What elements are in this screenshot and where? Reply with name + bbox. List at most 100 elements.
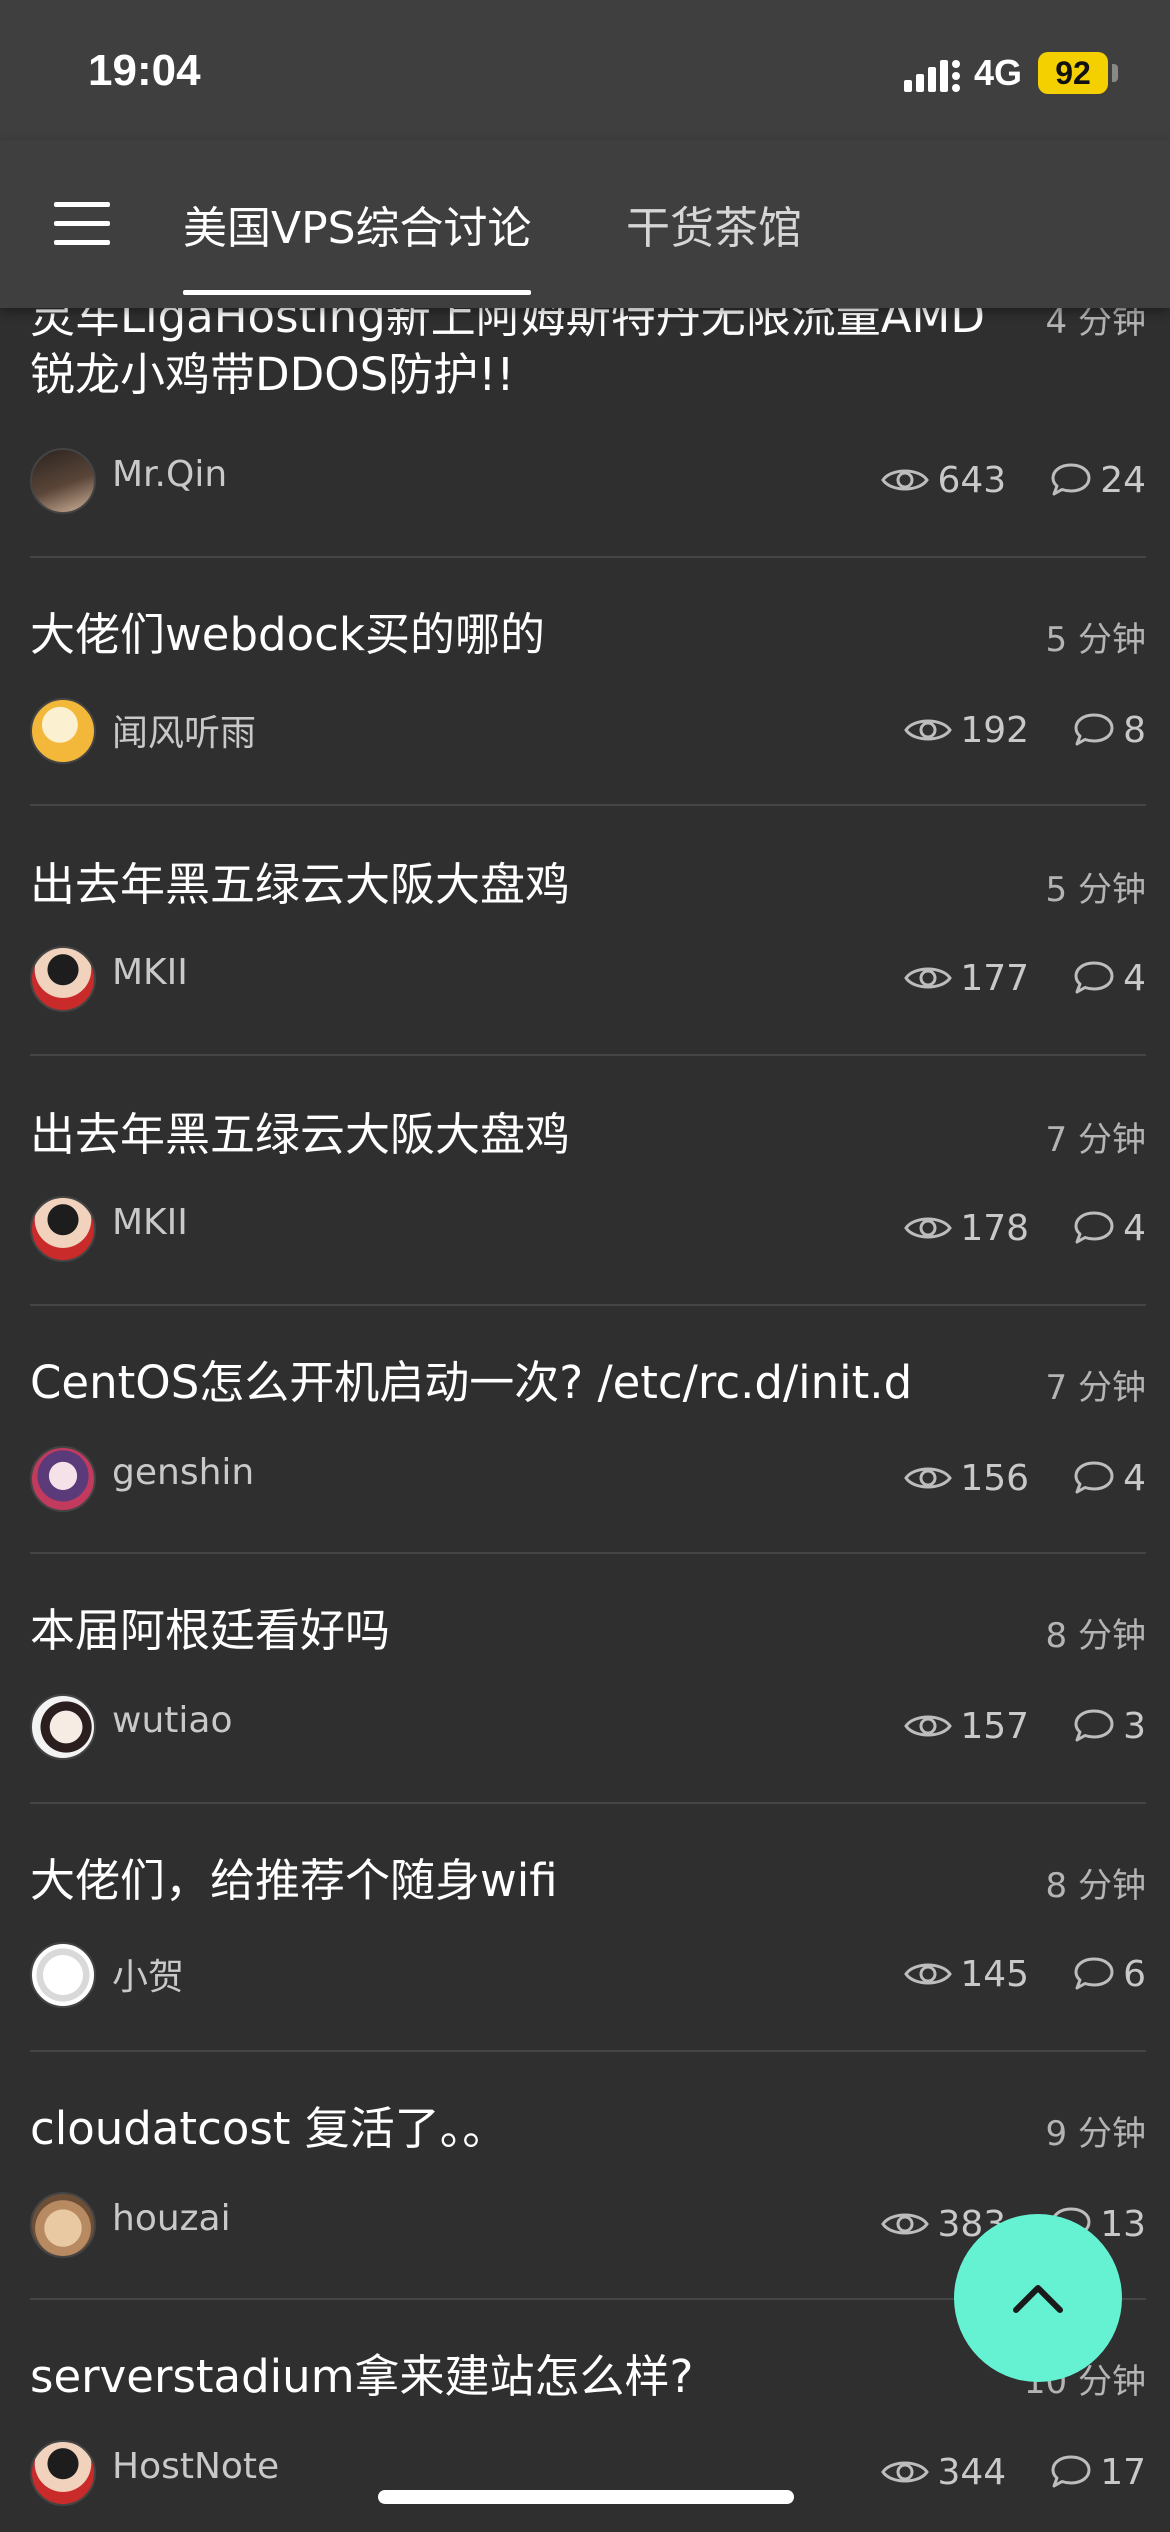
views-value: 344	[937, 2451, 1007, 2493]
avatar[interactable]	[30, 448, 96, 514]
topic-meta: MKII 178 4	[30, 1196, 1146, 1262]
divider	[30, 556, 1146, 558]
avatar[interactable]	[30, 1196, 96, 1262]
speech-bubble-icon	[1074, 1957, 1114, 1990]
hamburger-icon[interactable]	[54, 202, 110, 246]
views-count: 344	[881, 2452, 1006, 2493]
author-name[interactable]: HostNote	[112, 2446, 279, 2487]
replies-count: 4	[1073, 958, 1146, 999]
topic-title[interactable]: 大佬们，给推荐个随身wifi	[30, 1852, 1010, 1910]
eye-icon	[904, 1963, 953, 1985]
divider	[30, 2050, 1146, 2052]
views-value: 157	[960, 1705, 1030, 1747]
topic-stats: 192 8	[904, 700, 1146, 760]
speech-bubble-icon	[1051, 2455, 1091, 2488]
topic-meta: wutiao 157 3	[30, 1694, 1146, 1760]
topic-time: 7 分钟	[1045, 1120, 1146, 1160]
author-name[interactable]: 闻风听雨	[112, 704, 256, 756]
topic-title[interactable]: 大佬们webdock买的哪的	[30, 606, 1010, 664]
speech-bubble-icon	[1074, 1709, 1114, 1742]
topic-time: 5 分钟	[1045, 870, 1146, 910]
tab-us-vps[interactable]: 美国VPS综合讨论	[183, 192, 532, 256]
replies-count: 4	[1073, 1208, 1146, 1249]
topic-title[interactable]: CentOS怎么开机启动一次? /etc/rc.d/init.d	[30, 1354, 1010, 1412]
views-count: 177	[904, 958, 1029, 999]
replies-value: 6	[1123, 1953, 1146, 1995]
views-value: 192	[960, 709, 1030, 751]
topic-meta: MKII 177 4	[30, 946, 1146, 1012]
status-bar: 19:04 4G 92	[0, 0, 1170, 140]
eye-icon	[881, 2461, 930, 2483]
views-value: 178	[960, 1207, 1030, 1249]
eye-icon	[904, 1217, 953, 1239]
replies-value: 13	[1100, 2203, 1146, 2245]
home-indicator[interactable]	[378, 2490, 794, 2504]
author-name[interactable]: MKII	[112, 1202, 188, 1243]
eye-icon	[881, 2213, 930, 2235]
battery-icon: 92	[1038, 52, 1108, 94]
replies-count: 8	[1073, 710, 1146, 751]
topic-stats: 643 24	[881, 450, 1146, 510]
replies-value: 24	[1100, 459, 1146, 501]
scroll-to-top-button[interactable]	[954, 2214, 1122, 2382]
views-value: 156	[960, 1457, 1030, 1499]
topic-time: 8 分钟	[1045, 1866, 1146, 1906]
author-name[interactable]: genshin	[112, 1452, 254, 1493]
network-type: 4G	[974, 52, 1023, 93]
chevron-up-icon	[1013, 2285, 1063, 2313]
battery-level: 92	[1055, 55, 1091, 91]
topic-stats: 177 4	[904, 948, 1146, 1008]
views-value: 145	[960, 1953, 1030, 1995]
topic-title[interactable]: 出去年黑五绿云大阪大盘鸡	[30, 856, 1010, 914]
topic-title[interactable]: 本届阿根廷看好吗	[30, 1602, 1010, 1660]
eye-icon	[881, 469, 930, 491]
topic-title[interactable]: serverstadium拿来建站怎么样?	[30, 2348, 1010, 2406]
topic-meta: genshin 156 4	[30, 1446, 1146, 1512]
signal-icon	[904, 60, 960, 92]
divider	[30, 1802, 1146, 1804]
replies-count: 24	[1050, 460, 1146, 501]
views-count: 157	[904, 1706, 1029, 1747]
eye-icon	[904, 719, 953, 741]
divider	[30, 1552, 1146, 1554]
avatar[interactable]	[30, 1942, 96, 2008]
replies-count: 6	[1073, 1954, 1146, 1995]
replies-count: 3	[1073, 1706, 1146, 1747]
speech-bubble-icon	[1074, 961, 1114, 994]
author-name[interactable]: 小贺	[112, 1948, 184, 2000]
views-count: 192	[904, 710, 1029, 751]
divider	[30, 804, 1146, 806]
avatar[interactable]	[30, 2440, 96, 2506]
topic-title[interactable]: cloudatcost 复活了。。	[30, 2100, 1010, 2158]
topic-stats: 344 17	[881, 2442, 1146, 2502]
topic-stats: 156 4	[904, 1448, 1146, 1508]
author-name[interactable]: wutiao	[112, 1700, 232, 1741]
battery-tip	[1112, 64, 1118, 82]
author-name[interactable]: houzai	[112, 2198, 231, 2239]
avatar[interactable]	[30, 698, 96, 764]
avatar[interactable]	[30, 1694, 96, 1760]
views-value: 177	[960, 957, 1030, 999]
topic-stats: 157 3	[904, 1696, 1146, 1756]
replies-value: 3	[1123, 1705, 1146, 1747]
topic-time: 7 分钟	[1045, 1368, 1146, 1408]
topic-time: 5 分钟	[1045, 620, 1146, 660]
avatar[interactable]	[30, 2192, 96, 2258]
avatar[interactable]	[30, 1446, 96, 1512]
topic-title[interactable]: 出去年黑五绿云大阪大盘鸡	[30, 1106, 1010, 1164]
eye-icon	[904, 967, 953, 989]
views-value: 643	[937, 459, 1007, 501]
speech-bubble-icon	[1074, 1211, 1114, 1244]
speech-bubble-icon	[1074, 713, 1114, 746]
replies-value: 8	[1123, 709, 1146, 751]
author-name[interactable]: Mr.Qin	[112, 454, 227, 495]
replies-value: 4	[1123, 957, 1146, 999]
replies-value: 17	[1100, 2451, 1146, 2493]
active-tab-indicator	[183, 290, 531, 295]
tab-dry-goods-teahouse[interactable]: 干货茶馆	[626, 192, 802, 256]
eye-icon	[904, 1467, 953, 1489]
replies-count: 17	[1050, 2452, 1146, 2493]
topic-meta: Mr.Qin 643 24	[30, 448, 1146, 514]
avatar[interactable]	[30, 946, 96, 1012]
author-name[interactable]: MKII	[112, 952, 188, 993]
